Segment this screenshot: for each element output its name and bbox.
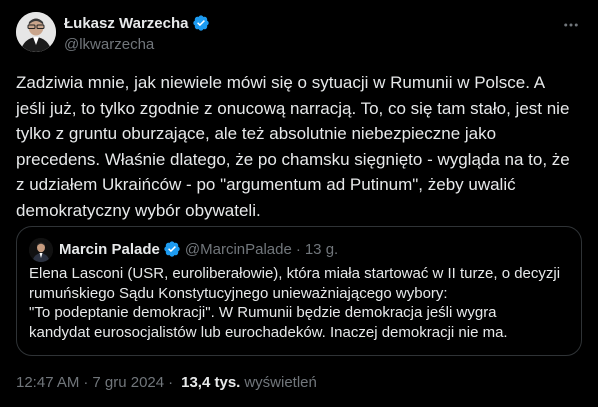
quoted-time: 13 g. bbox=[304, 240, 339, 258]
quoted-text: Elena Lasconi (USR, euroliberałowie), kt… bbox=[29, 265, 561, 341]
footer-dot-separator-2: · bbox=[168, 374, 174, 391]
more-options-icon bbox=[564, 23, 578, 27]
quoted-tweet[interactable]: Marcin Palade @MarcinPalade · 13 g. Elen… bbox=[16, 226, 582, 356]
quoted-author-avatar bbox=[29, 238, 53, 262]
views-count: 13,4 tys. bbox=[181, 374, 241, 391]
author-avatar-image bbox=[16, 12, 56, 52]
quoted-handle: @MarcinPalade bbox=[184, 240, 292, 258]
views-label: wyświetleń bbox=[244, 374, 317, 391]
tweet: Łukasz Warzecha @lkwarzecha Zadziwia mni… bbox=[0, 0, 598, 407]
footer-dot-separator: · bbox=[83, 374, 89, 391]
quoted-display-name: Marcin Palade bbox=[59, 240, 160, 258]
tweet-footer: 12:47 AM · 7 gru 2024 · 13,4 tys. wyświe… bbox=[16, 374, 317, 391]
quoted-verified-badge-icon bbox=[164, 241, 180, 257]
verified-badge-icon[interactable] bbox=[192, 14, 210, 32]
author-display-name[interactable]: Łukasz Warzecha bbox=[64, 15, 189, 32]
author-avatar[interactable] bbox=[16, 12, 56, 52]
tweet-text: Zadziwia mnie, jak niewiele mówi się o s… bbox=[16, 73, 570, 220]
author-info: Łukasz Warzecha @lkwarzecha bbox=[64, 13, 210, 53]
quoted-avatar-image bbox=[29, 238, 53, 262]
more-options-button[interactable] bbox=[560, 14, 582, 36]
author-handle[interactable]: @lkwarzecha bbox=[64, 36, 210, 53]
quoted-dot-separator: · bbox=[295, 240, 301, 258]
tweet-date[interactable]: 7 gru 2024 bbox=[92, 374, 164, 391]
quoted-header: Marcin Palade @MarcinPalade · 13 g. bbox=[59, 240, 338, 258]
tweet-time[interactable]: 12:47 AM bbox=[16, 374, 79, 391]
